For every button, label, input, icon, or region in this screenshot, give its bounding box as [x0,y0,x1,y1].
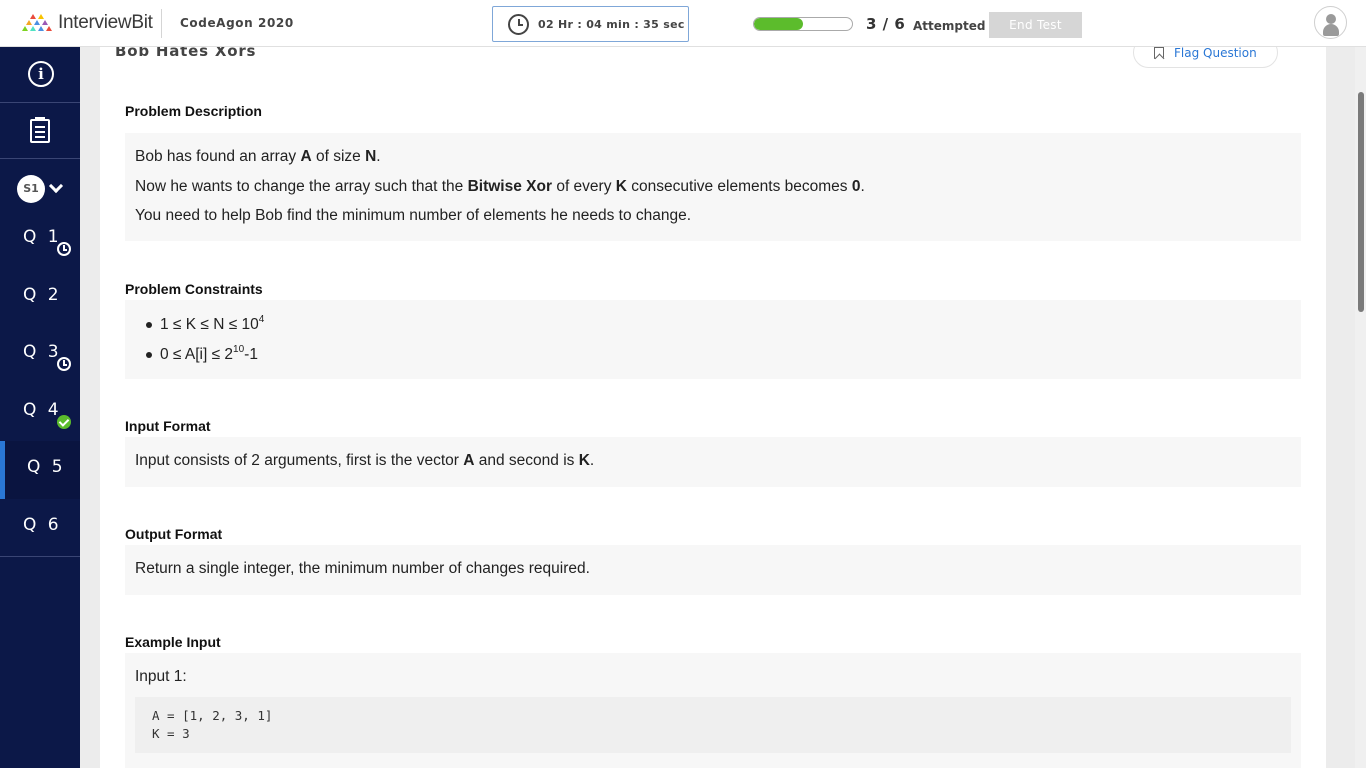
top-header: InterviewBit CodeAgon 2020 02 Hr : 04 mi… [0,0,1366,47]
info-icon[interactable]: i [28,61,54,87]
code-line: A = [1, 2, 3, 1] [152,708,273,723]
header-divider [161,9,162,38]
question-label: Q 3 [23,342,62,362]
question-list-icon[interactable] [30,117,50,143]
constraints-heading: Problem Constraints [125,281,263,297]
timer-box: 02 Hr : 04 min : 35 sec [492,6,689,42]
sidebar-item-q4[interactable]: Q 4 [0,384,80,442]
user-icon-body [1323,24,1339,36]
example-input-label: Input 1: [135,668,187,685]
question-label: Q 2 [23,284,62,305]
bookmark-icon [1154,46,1164,59]
logo-mark-icon [22,14,52,31]
sidebar-info-row[interactable]: i [0,47,80,103]
question-label: Q 5 [27,457,66,477]
description-line-2: Now he wants to change the array such th… [135,178,865,195]
check-circle-icon [57,414,71,429]
attempted-count: 3 / 6 [866,15,906,33]
pending-clock-icon [57,357,71,371]
contest-name: CodeAgon 2020 [180,16,294,30]
end-test-button[interactable]: End Test [989,12,1082,38]
output-format-text: Return a single integer, the minimum num… [135,560,590,577]
constraints-box: 1 ≤ K ≤ N ≤ 104 0 ≤ A[i] ≤ 210-1 [125,300,1301,379]
input-format-box: Input consists of 2 arguments, first is … [125,437,1301,487]
sidebar-item-q6[interactable]: Q 6 [0,499,80,557]
description-heading: Problem Description [125,103,262,119]
progress-fill [754,18,803,30]
sidebar-list-row[interactable] [0,103,80,159]
input-format-heading: Input Format [125,418,211,434]
question-label: Q 6 [23,514,62,535]
constraint-item: 1 ≤ K ≤ N ≤ 104 [145,314,265,333]
description-line-3: You need to help Bob find the minimum nu… [135,207,692,224]
scrollbar-thumb[interactable] [1358,92,1364,312]
attempted-label: Attempted [913,19,986,33]
code-line: K = 3 [152,726,190,741]
question-list: Q 1 Q 2 Q 3 Q 4 Q 5 Q 6 [0,211,80,556]
user-avatar[interactable] [1314,6,1347,39]
section-badge[interactable]: S1 [17,175,45,203]
output-format-heading: Output Format [125,526,223,542]
input-format-text: Input consists of 2 arguments, first is … [135,452,595,469]
example-input-box: Input 1: A = [1, 2, 3, 1] K = 3 [125,653,1301,768]
page-scrollbar[interactable] [1355,47,1366,768]
example-input-heading: Example Input [125,634,221,650]
question-label: Q 4 [23,399,62,420]
flag-question-label: Flag Question [1174,45,1257,60]
clock-icon [508,13,529,35]
section-selector[interactable]: S1 [0,159,80,211]
timer-text: 02 Hr : 04 min : 35 sec [538,17,685,31]
user-icon-head [1326,14,1336,24]
question-sidebar: i S1 Q 1 Q 2 Q 3 Q 4 Q 5 Q 6 [0,47,80,768]
sidebar-item-q5[interactable]: Q 5 [0,441,80,499]
logo-text: InterviewBit [58,12,153,33]
example-code-block: A = [1, 2, 3, 1] K = 3 [135,697,1291,753]
sidebar-item-q3[interactable]: Q 3 [0,326,80,384]
chevron-down-icon[interactable] [48,178,64,194]
question-card: Bob Hates Xors Flag Question Problem Des… [100,30,1326,768]
pending-clock-icon [57,242,71,256]
description-box: Bob has found an array A of size N. Now … [125,133,1301,241]
output-format-box: Return a single integer, the minimum num… [125,545,1301,595]
sidebar-divider [0,556,80,557]
constraint-item: 0 ≤ A[i] ≤ 210-1 [146,344,258,363]
question-label: Q 1 [23,227,62,247]
description-line-1: Bob has found an array A of size N. [135,148,381,165]
interviewbit-logo[interactable]: InterviewBit [20,12,153,34]
sidebar-item-q2[interactable]: Q 2 [0,269,80,327]
sidebar-item-q1[interactable]: Q 1 [0,211,80,269]
attempt-progress-bar [753,17,853,31]
